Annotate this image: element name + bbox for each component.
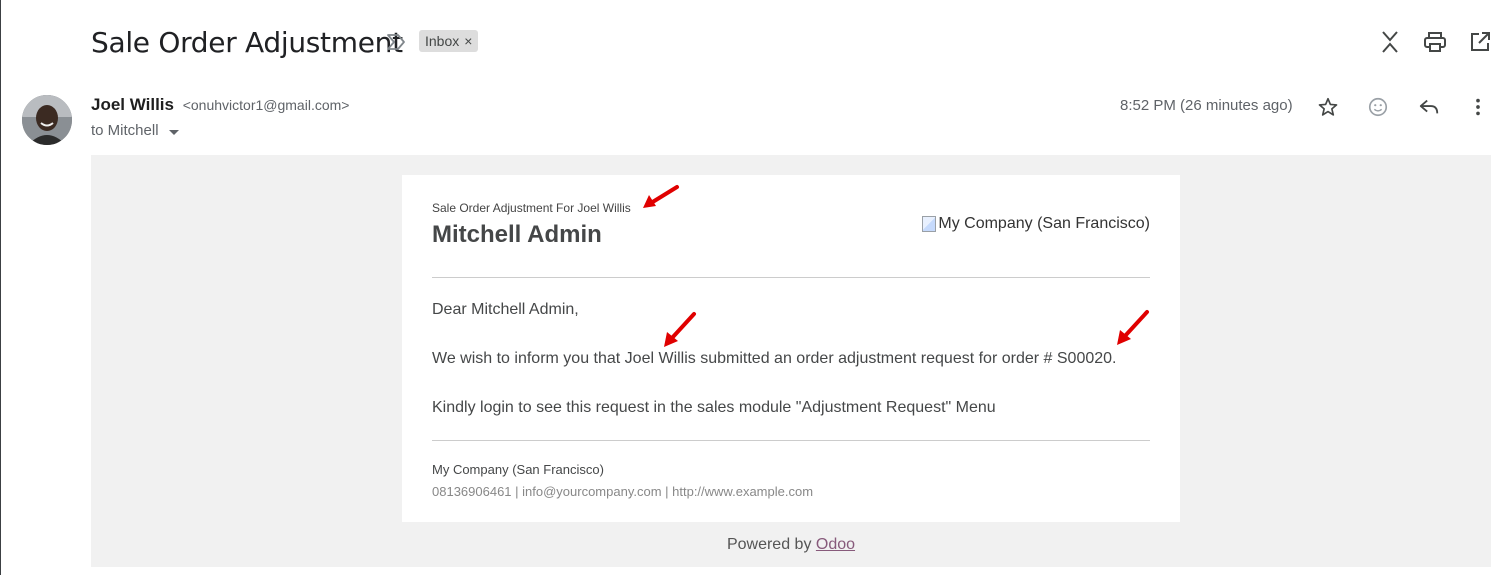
card-title: Mitchell Admin — [432, 221, 602, 248]
importance-marker-icon[interactable] — [386, 33, 406, 51]
collapse-all-icon[interactable] — [1378, 30, 1402, 54]
open-in-new-window-icon[interactable] — [1468, 30, 1492, 54]
broken-image-icon — [922, 216, 937, 232]
remove-label-button[interactable]: × — [464, 30, 472, 52]
annotation-arrow-icon — [664, 312, 696, 347]
window-left-border — [0, 0, 1, 575]
company-logo: My Company (San Francisco) — [922, 215, 1150, 233]
sender-avatar[interactable] — [22, 95, 72, 145]
footer-contact: 08136906461 | info@yourcompany.com | htt… — [432, 484, 814, 499]
emoji-reaction-icon[interactable] — [1367, 96, 1389, 118]
star-icon[interactable] — [1317, 96, 1339, 118]
powered-by: Powered by Odoo — [91, 536, 1491, 554]
more-vert-icon[interactable] — [1467, 96, 1489, 118]
recipient-details-toggle[interactable]: to Mitchell — [91, 122, 179, 139]
card-pretitle: Sale Order Adjustment For Joel Willis — [432, 201, 631, 215]
divider — [432, 277, 1150, 278]
company-logo-alt-text: My Company (San Francisco) — [938, 215, 1150, 232]
recipient-text: to Mitchell — [91, 122, 159, 139]
powered-by-prefix: Powered by — [726, 536, 816, 553]
reply-icon[interactable] — [1418, 96, 1440, 118]
instruction-text: Kindly login to see this request in the … — [432, 399, 996, 416]
chevron-down-icon — [168, 129, 179, 135]
inbox-label-chip[interactable]: Inbox × — [419, 30, 479, 52]
sender-email: <onuhvictor1@gmail.com> — [182, 97, 350, 113]
greeting-text: Dear Mitchell Admin, — [432, 301, 579, 318]
print-icon[interactable] — [1423, 30, 1447, 54]
footer-company: My Company (San Francisco) — [432, 462, 604, 477]
avatar-photo-icon — [22, 95, 72, 145]
message-text: We wish to inform you that Joel Willis s… — [432, 350, 1117, 367]
odoo-email-card: Sale Order Adjustment For Joel Willis Mi… — [402, 175, 1180, 522]
divider — [432, 440, 1150, 441]
sender-name[interactable]: Joel Willis — [91, 95, 174, 114]
annotation-arrow-icon — [1117, 310, 1149, 345]
annotation-arrow-icon — [643, 185, 679, 208]
message-timestamp: 8:52 PM (26 minutes ago) — [1120, 97, 1293, 114]
sender-line: Joel Willis <onuhvictor1@gmail.com> — [91, 95, 349, 115]
email-subject: Sale Order Adjustment — [91, 26, 403, 59]
email-body: Sale Order Adjustment For Joel Willis Mi… — [91, 155, 1491, 567]
inbox-label-text: Inbox — [425, 33, 460, 49]
odoo-link[interactable]: Odoo — [816, 536, 855, 553]
